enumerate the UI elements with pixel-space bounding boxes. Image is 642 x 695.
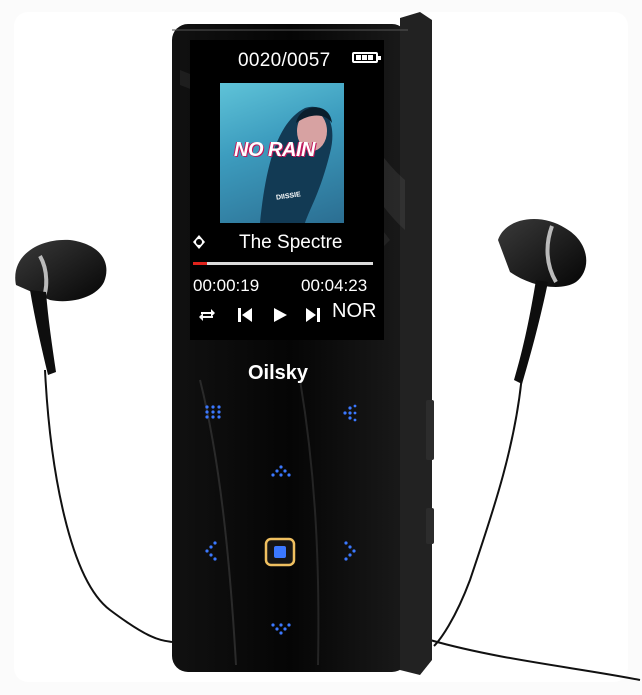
total-time: 00:04:23 (301, 276, 368, 295)
left-icon[interactable] (204, 540, 218, 562)
progress-bar-fill (193, 262, 207, 265)
album-art-title: NO RAIN (234, 139, 315, 161)
location-icon (193, 235, 205, 249)
elapsed-time: 00:00:19 (193, 276, 260, 295)
previous-track-icon[interactable] (237, 306, 253, 324)
center-select-icon[interactable] (264, 537, 296, 567)
back-icon[interactable] (342, 404, 360, 422)
volume-up-icon[interactable] (270, 464, 292, 478)
repeat-icon[interactable] (197, 306, 217, 324)
album-cover: NO RAIN DIISSIE (220, 83, 344, 223)
track-counter: 0020/0057 (238, 50, 331, 71)
left-earbud (15, 239, 107, 375)
product-photo: 0020/0057 NO RAIN DIISSIE The Spectre 00… (0, 0, 642, 695)
brand-logo: Oilsky (248, 362, 309, 384)
play-mode: NOR (332, 300, 377, 322)
battery-full-icon (352, 52, 381, 63)
volume-down-icon[interactable] (270, 622, 292, 636)
play-icon[interactable] (272, 306, 288, 324)
right-earbud (498, 218, 587, 384)
song-title: The Spectre (239, 232, 343, 253)
right-icon[interactable] (343, 540, 357, 562)
menu-grid-icon[interactable] (204, 404, 222, 420)
next-track-icon[interactable] (305, 306, 321, 324)
